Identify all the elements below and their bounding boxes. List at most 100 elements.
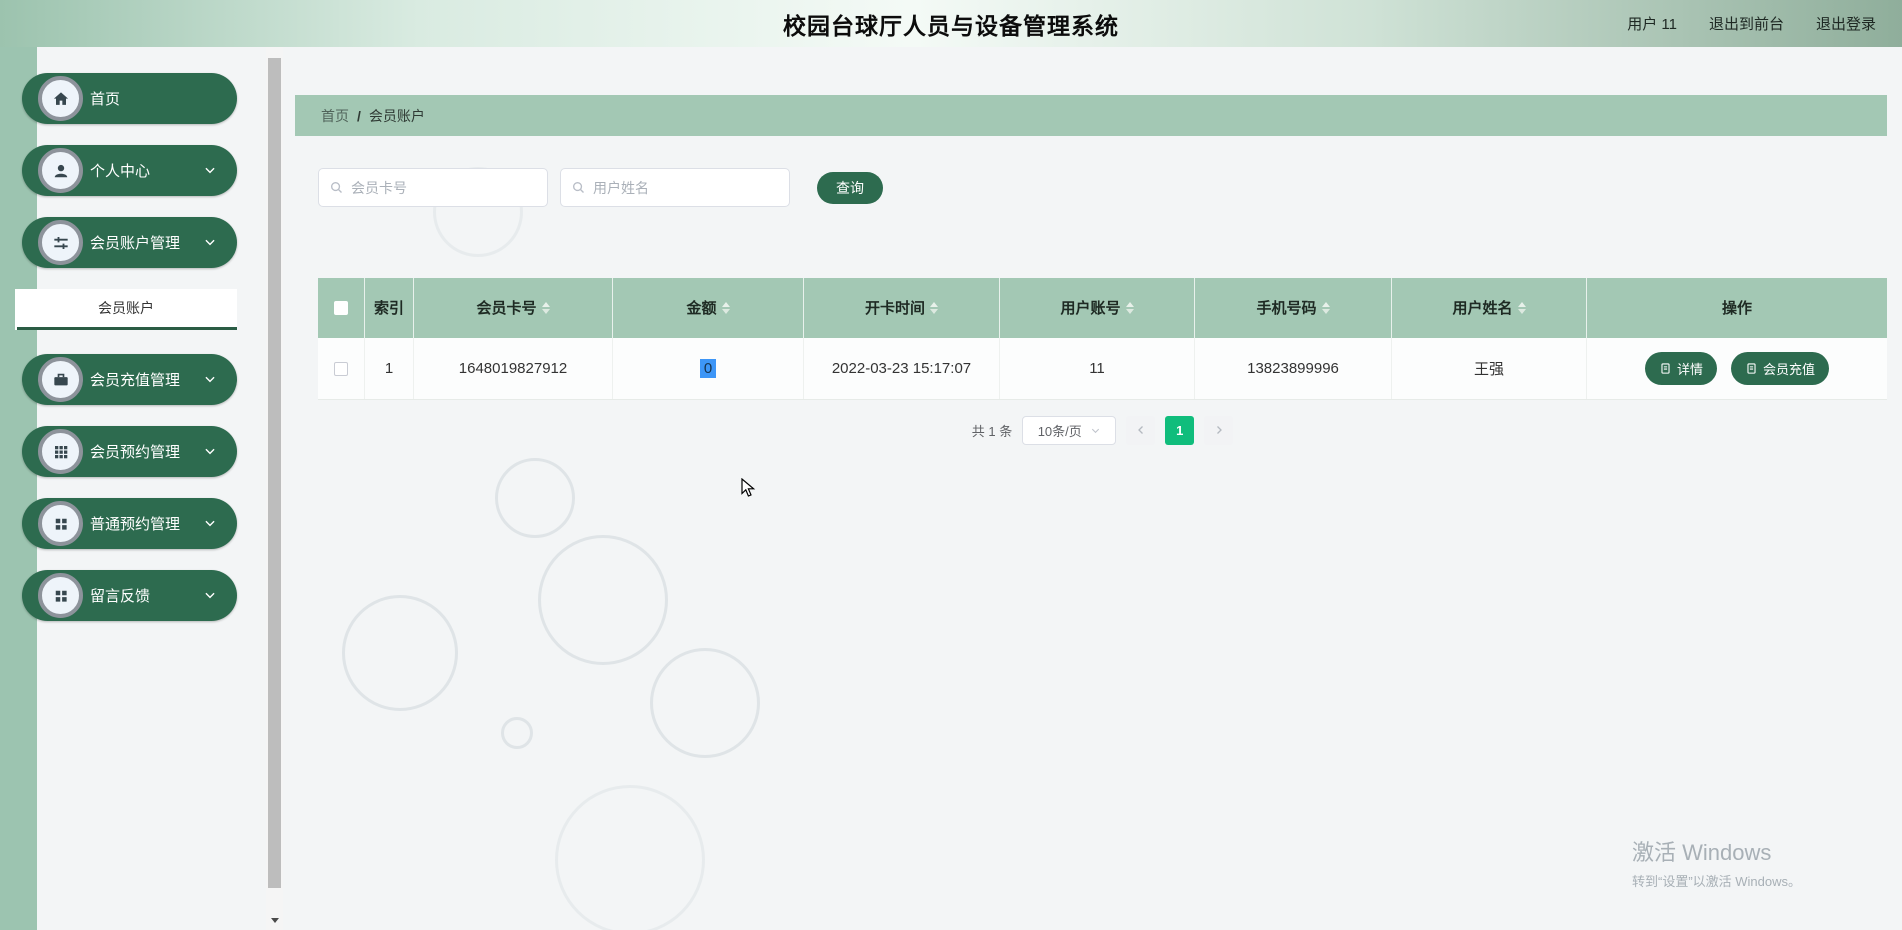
sidebar-item-label: 会员充值管理 xyxy=(90,372,181,389)
search-toolbar: 查询 xyxy=(318,168,883,207)
scrollbar-thumb[interactable] xyxy=(268,58,281,888)
cell-operations: 详情 会员充值 xyxy=(1587,338,1887,399)
sort-carets-icon[interactable] xyxy=(1125,302,1134,314)
table-header-open-time: 开卡时间 xyxy=(804,278,1000,338)
chevron-right-icon xyxy=(1216,426,1222,434)
select-all-checkbox[interactable] xyxy=(334,301,348,315)
search-icon xyxy=(571,180,586,200)
card-number-search-box xyxy=(318,168,548,207)
table-header-user-account: 用户账号 xyxy=(1000,278,1195,338)
table-header-row: 索引 会员卡号 金额 开卡时间 用户账号 手机号码 用户姓名 操作 xyxy=(318,278,1887,338)
chevron-down-icon xyxy=(203,444,217,463)
sidebar-item-personal-center[interactable]: 个人中心 xyxy=(22,145,237,196)
scrollbar-down-button[interactable] xyxy=(266,912,283,928)
sidebar-item-label: 留言反馈 xyxy=(90,588,151,605)
sort-carets-icon[interactable] xyxy=(721,302,730,314)
page-number-button[interactable]: 1 xyxy=(1165,415,1195,445)
table-header-user-name: 用户姓名 xyxy=(1392,278,1587,338)
user-name-search-box xyxy=(560,168,790,207)
sidebar-item-member-booking-mgmt[interactable]: 会员预约管理 xyxy=(22,426,237,477)
detail-button[interactable]: 详情 xyxy=(1644,352,1717,385)
sort-carets-icon[interactable] xyxy=(541,302,550,314)
home-icon xyxy=(38,76,83,121)
sidebar-item-label: 普通预约管理 xyxy=(90,516,181,533)
mouse-cursor xyxy=(741,477,759,503)
scroll-down-arrow-icon xyxy=(270,917,279,923)
background-bubble xyxy=(342,595,458,711)
grid-2x2-icon xyxy=(38,573,83,618)
prev-page-button[interactable] xyxy=(1126,415,1156,445)
logout-link[interactable]: 退出登录 xyxy=(1816,13,1876,34)
member-account-table: 索引 会员卡号 金额 开卡时间 用户账号 手机号码 用户姓名 操作 1 1648… xyxy=(318,278,1887,400)
user-name-input[interactable] xyxy=(593,179,773,196)
grid-2x2-icon xyxy=(38,501,83,546)
app-body: 首页 个人中心 会员账户管理 会员账户 会员充值管理 会员预约管理 普通预约管理… xyxy=(0,47,1902,930)
query-button[interactable]: 查询 xyxy=(817,171,883,204)
breadcrumb-home-link[interactable]: 首页 xyxy=(321,106,349,126)
header-label: 手机号码 xyxy=(1256,299,1317,317)
user-icon xyxy=(38,148,83,193)
breadcrumb-current: 会员账户 xyxy=(368,107,425,124)
exit-to-front-link[interactable]: 退出到前台 xyxy=(1709,13,1784,34)
header-label: 用户姓名 xyxy=(1452,299,1513,317)
briefcase-icon xyxy=(38,357,83,402)
header-label: 会员卡号 xyxy=(476,299,537,317)
cell-card-no: 1648019827912 xyxy=(414,338,613,399)
active-underline xyxy=(17,327,237,330)
page-size-value: 10条/页 xyxy=(1037,423,1082,439)
background-bubble xyxy=(495,458,575,538)
recharge-button-label: 会员充值 xyxy=(1763,362,1816,377)
table-header-operations: 操作 xyxy=(1721,299,1752,317)
page-title: 校园台球厅人员与设备管理系统 xyxy=(783,12,1119,39)
detail-button-label: 详情 xyxy=(1676,362,1703,377)
table-header-phone: 手机号码 xyxy=(1195,278,1392,338)
row-checkbox-cell xyxy=(318,338,365,399)
total-count-label: 共 1 条 xyxy=(971,423,1013,439)
background-bubble xyxy=(650,648,760,758)
header-links: 用户 11 退出到前台 退出登录 xyxy=(1627,0,1876,47)
sidebar-scrollbar[interactable] xyxy=(266,47,283,930)
sidebar-item-member-account-mgmt[interactable]: 会员账户管理 xyxy=(22,217,237,268)
chevron-down-icon xyxy=(203,163,217,182)
watermark-subtitle: 转到“设置”以激活 Windows。 xyxy=(1632,874,1802,889)
sort-carets-icon[interactable] xyxy=(1517,302,1526,314)
table-header-amount: 金额 xyxy=(613,278,804,338)
sidebar-item-home[interactable]: 首页 xyxy=(22,73,237,124)
submenu-label[interactable]: 会员账户 xyxy=(15,289,237,327)
cell-user-name: 王强 xyxy=(1392,338,1587,399)
sort-carets-icon[interactable] xyxy=(930,302,938,314)
header-label: 金额 xyxy=(686,299,717,317)
chevron-down-icon xyxy=(203,516,217,535)
sidebar-item-member-recharge-mgmt[interactable]: 会员充值管理 xyxy=(22,354,237,405)
top-header: 校园台球厅人员与设备管理系统 用户 11 退出到前台 退出登录 xyxy=(0,0,1902,47)
table-row: 1 1648019827912 0 2022-03-23 15:17:07 11… xyxy=(318,338,1887,400)
sidebar-item-label: 个人中心 xyxy=(90,163,151,180)
sidebar-item-normal-booking-mgmt[interactable]: 普通预约管理 xyxy=(22,498,237,549)
current-user-label[interactable]: 用户 11 xyxy=(1627,13,1677,34)
cell-user-account: 11 xyxy=(1000,338,1195,399)
main-content: 首页 / 会员账户 查询 xyxy=(283,47,1902,930)
next-page-button[interactable] xyxy=(1204,415,1234,445)
row-checkbox[interactable] xyxy=(334,361,348,376)
chevron-down-icon xyxy=(203,235,217,254)
grid-3x3-icon xyxy=(38,429,83,474)
chevron-down-icon xyxy=(1091,428,1099,433)
card-number-input[interactable] xyxy=(351,179,531,196)
pagination: 共 1 条 10条/页 1 xyxy=(318,415,1887,445)
sidebar-item-message-feedback[interactable]: 留言反馈 xyxy=(22,570,237,621)
sliders-icon xyxy=(38,220,83,265)
cell-index: 1 xyxy=(365,338,414,399)
cell-phone: 13823899996 xyxy=(1195,338,1392,399)
header-label: 开卡时间 xyxy=(864,299,925,317)
app-root: 校园台球厅人员与设备管理系统 用户 11 退出到前台 退出登录 首页 个人中心 xyxy=(0,0,1902,930)
header-label: 用户账号 xyxy=(1060,299,1121,317)
sidebar-subitem-member-account[interactable]: 会员账户 xyxy=(15,289,237,330)
page-size-select[interactable]: 10条/页 xyxy=(1022,415,1117,445)
windows-activation-watermark: 激活 Windows 转到“设置”以激活 Windows。 xyxy=(1632,835,1801,890)
sidebar-item-label: 会员账户管理 xyxy=(90,235,181,252)
sidebar: 首页 个人中心 会员账户管理 会员账户 会员充值管理 会员预约管理 普通预约管理… xyxy=(0,47,266,930)
sidebar-item-label: 会员预约管理 xyxy=(90,444,181,461)
sort-carets-icon[interactable] xyxy=(1321,302,1330,314)
member-recharge-button[interactable]: 会员充值 xyxy=(1731,352,1830,385)
table-header-checkbox-cell xyxy=(318,278,365,338)
